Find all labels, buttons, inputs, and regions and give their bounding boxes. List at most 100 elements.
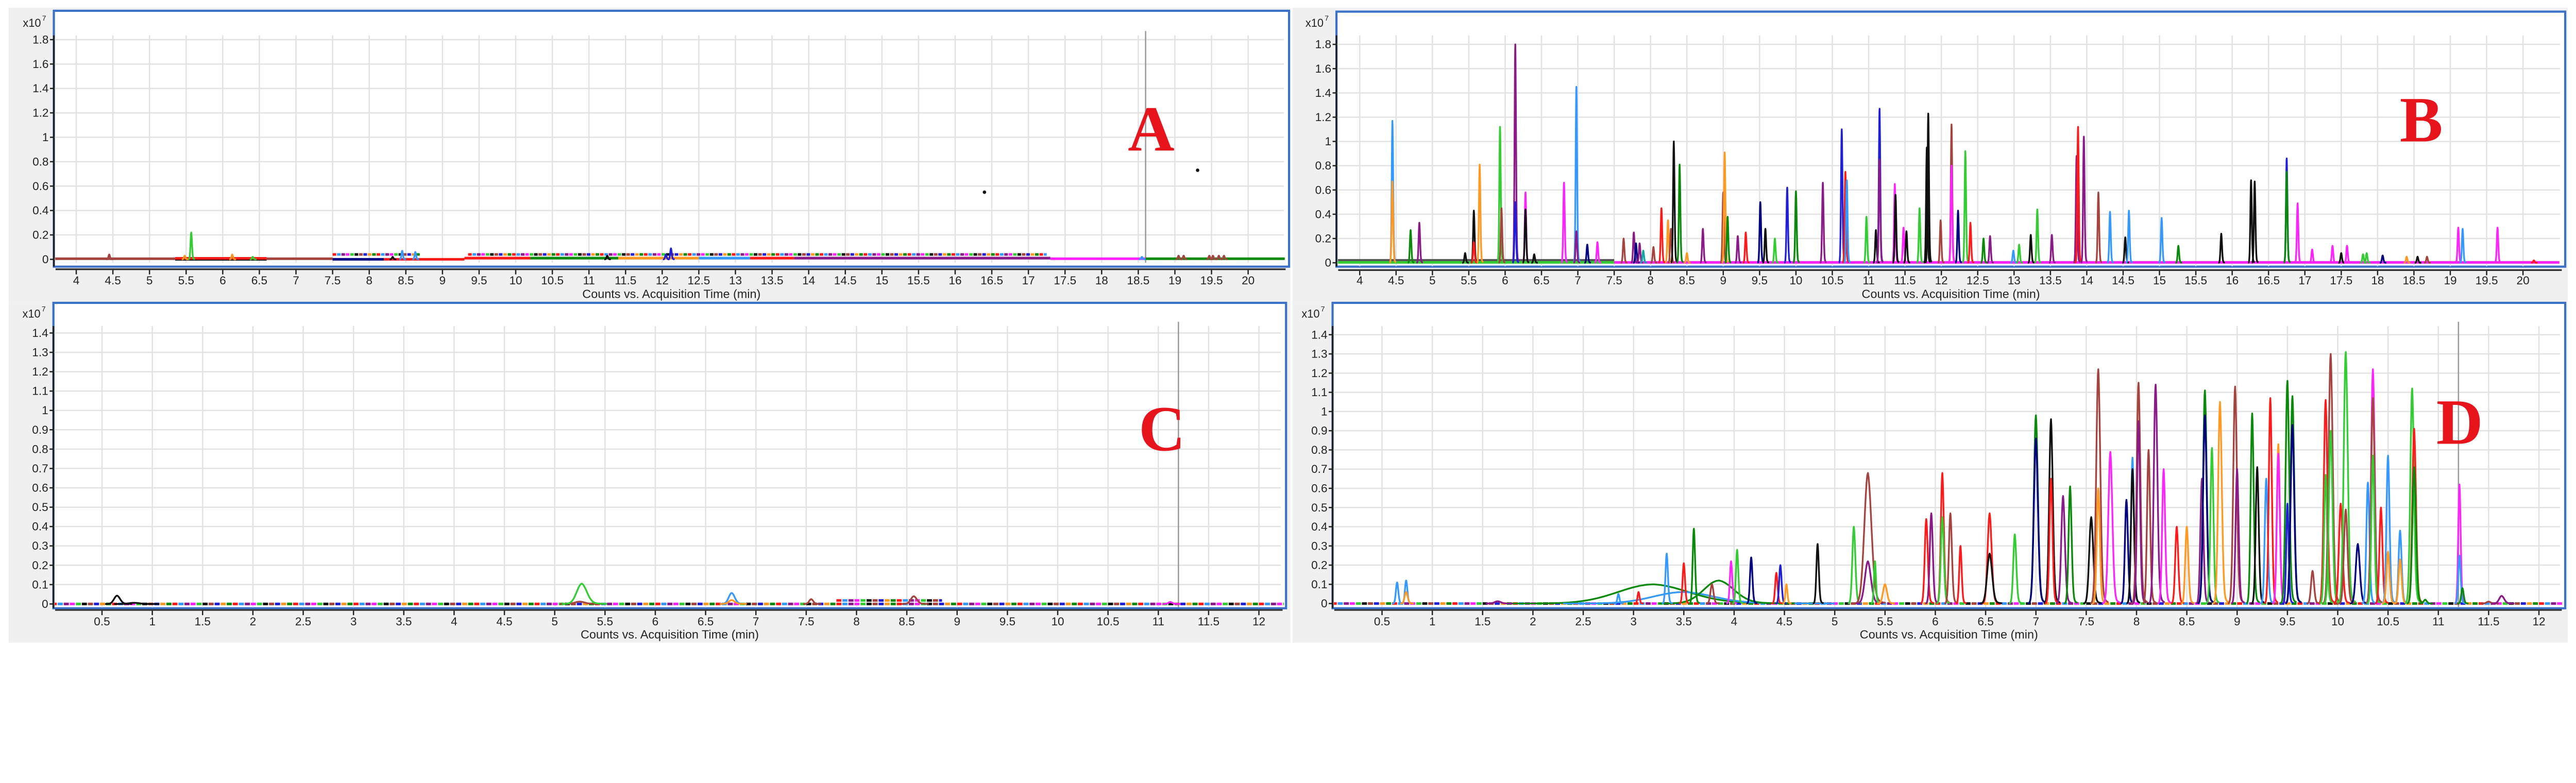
panel-label: D <box>2436 386 2483 458</box>
y-tick-label: 1.2 <box>1311 367 1327 380</box>
y-tick-label: 1.6 <box>1315 62 1331 75</box>
y-tick-label: 0 <box>1325 257 1331 269</box>
x-tick-label: 7.5 <box>1606 274 1622 287</box>
x-tick-label: 1 <box>149 615 156 628</box>
x-tick-label: 18 <box>1095 274 1108 287</box>
x-tick-label: 6 <box>219 274 226 287</box>
x-tick-label: 2 <box>1530 615 1536 628</box>
x-tick-label: 18.5 <box>2402 274 2425 287</box>
x-tick-label: 5 <box>1429 274 1436 287</box>
x-tick-label: 12 <box>2533 615 2546 628</box>
y-tick-label: 1.8 <box>1315 38 1331 51</box>
x-tick-label: 11.5 <box>2478 615 2499 628</box>
x-tick-label: 8.5 <box>398 274 414 287</box>
chromatogram-figure: 0 0.2 0.4 0.6 0.8 1 1.2 1.4 1.6 1.8 4 4.5 5 5.5 6 6.5 7 7… <box>8 8 2568 643</box>
x-tick-label: 10.5 <box>1097 615 1120 628</box>
x-tick-label: 2.5 <box>1575 615 1591 628</box>
x-tick-label: 1.5 <box>195 615 211 628</box>
y-tick-label: 1.3 <box>1311 348 1327 361</box>
x-tick-label: 7.5 <box>325 274 341 287</box>
y-tick-label: 0.9 <box>1311 424 1327 437</box>
y-tick-label: 1 <box>1325 135 1331 148</box>
data-point <box>982 190 987 194</box>
y-tick-label: 0.6 <box>1315 183 1331 196</box>
y-axis-exponent: 7 <box>1321 305 1325 314</box>
x-tick-label: 13 <box>2008 274 2021 287</box>
x-tick-label: 11 <box>1862 274 1874 287</box>
y-tick-label: 0.8 <box>32 442 48 455</box>
y-axis-multiplier: x10 <box>1306 16 1324 29</box>
y-axis-exponent: 7 <box>1325 14 1329 23</box>
y-tick-label: 0 <box>42 253 49 266</box>
y-tick-label: 0.2 <box>32 229 48 242</box>
y-tick-label: 0.4 <box>32 204 48 217</box>
plot-area-frame[interactable] <box>52 301 1287 609</box>
y-tick-label: 1.2 <box>1315 111 1331 124</box>
x-tick-label: 16 <box>2226 274 2239 287</box>
x-tick-label: 7.5 <box>2078 615 2094 628</box>
x-tick-label: 2 <box>250 615 257 628</box>
y-tick-label: 1.1 <box>1311 386 1327 399</box>
x-tick-label: 8 <box>366 274 372 287</box>
x-tick-label: 5.5 <box>1877 615 1893 628</box>
x-tick-label: 11 <box>583 274 595 287</box>
panel-label: A <box>1128 94 1175 165</box>
y-tick-label: 0.5 <box>1311 501 1327 514</box>
y-tick-label: 0.3 <box>1311 539 1327 552</box>
x-tick-label: 18.5 <box>1127 274 1149 287</box>
y-tick-label: 0.6 <box>32 482 48 495</box>
x-tick-label: 12 <box>1935 274 1948 287</box>
x-tick-label: 20 <box>1242 274 1255 287</box>
x-tick-label: 4 <box>1357 274 1363 287</box>
x-tick-label: 3 <box>1630 615 1637 628</box>
y-tick-label: 1.8 <box>32 33 48 46</box>
x-tick-label: 1.5 <box>1475 615 1490 628</box>
x-tick-label: 9.5 <box>1752 274 1768 287</box>
x-tick-label: 11.5 <box>1894 274 1916 287</box>
y-tick-label: 1.4 <box>1315 87 1331 99</box>
x-tick-label: 4.5 <box>1776 615 1792 628</box>
x-tick-label: 8.5 <box>1679 274 1695 287</box>
x-axis-title: Counts vs. Acquisition Time (min) <box>1862 287 2040 301</box>
x-tick-label: 12.5 <box>1967 274 1989 287</box>
x-tick-label: 10.5 <box>1821 274 1844 287</box>
x-tick-label: 7 <box>2032 615 2039 628</box>
x-tick-label: 4.5 <box>496 615 512 628</box>
x-tick-label: 9 <box>954 615 960 628</box>
x-tick-label: 6.5 <box>1533 274 1549 287</box>
x-tick-label: 6.5 <box>251 274 267 287</box>
y-tick-label: 0.6 <box>32 180 48 193</box>
x-tick-label: 8 <box>2133 615 2140 628</box>
x-tick-label: 16 <box>948 274 961 287</box>
plot-area-frame[interactable] <box>53 9 1291 268</box>
x-tick-label: 2.5 <box>295 615 311 628</box>
x-tick-label: 4 <box>451 615 457 628</box>
x-tick-label: 8 <box>1647 274 1654 287</box>
panel-label: C <box>1139 394 1185 465</box>
y-tick-label: 0.5 <box>32 501 48 514</box>
x-tick-label: 6.5 <box>1977 615 1993 628</box>
x-tick-label: 15.5 <box>2184 274 2207 287</box>
x-axis-title: Counts vs. Acquisition Time (min) <box>582 287 760 301</box>
x-tick-label: 6.5 <box>698 615 714 628</box>
y-tick-label: 0.2 <box>1315 232 1331 245</box>
x-tick-label: 7 <box>753 615 759 628</box>
y-tick-label: 1 <box>42 131 49 144</box>
x-tick-label: 4 <box>1731 615 1738 628</box>
y-tick-label: 0 <box>1321 597 1328 610</box>
x-tick-label: 9 <box>2234 615 2241 628</box>
x-tick-label: 14 <box>802 274 815 287</box>
x-tick-label: 4 <box>73 274 80 287</box>
y-tick-label: 0.1 <box>32 578 48 591</box>
y-tick-label: 1 <box>1321 405 1328 418</box>
x-tick-label: 4.5 <box>105 274 121 287</box>
x-tick-label: 9.5 <box>471 274 487 287</box>
y-tick-label: 0.9 <box>32 423 48 436</box>
y-tick-label: 1.3 <box>32 346 48 359</box>
y-tick-label: 0.4 <box>1315 208 1331 220</box>
x-tick-label: 14 <box>2080 274 2093 287</box>
y-tick-label: 0.8 <box>1315 159 1331 172</box>
panel-label: B <box>2400 84 2443 156</box>
x-tick-label: 6 <box>1932 615 1939 628</box>
y-tick-label: 0.8 <box>1311 444 1327 456</box>
